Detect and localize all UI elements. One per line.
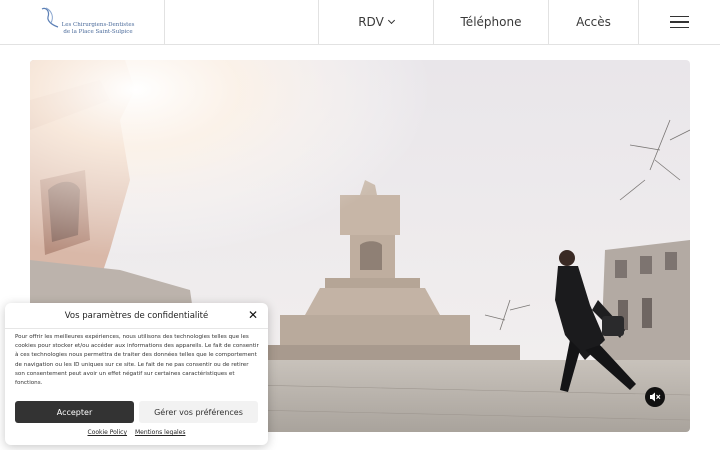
cookie-policy-link[interactable]: Cookie Policy — [88, 429, 128, 436]
hamburger-icon — [670, 15, 689, 29]
nav-acces[interactable]: Accès — [548, 0, 638, 44]
site-logo[interactable]: Les Chirurgiens-Dentistes de la Place Sa… — [38, 5, 138, 39]
cookie-divider — [5, 328, 268, 329]
nav-acces-label: Accès — [576, 15, 611, 29]
cookie-dialog-title: Vos paramètres de confidentialité — [64, 311, 209, 321]
accept-button[interactable]: Accepter — [15, 401, 134, 423]
nav-telephone-label: Téléphone — [460, 15, 522, 29]
mute-button[interactable] — [645, 387, 665, 407]
nav-rdv[interactable]: RDV — [318, 0, 433, 44]
menu-button[interactable] — [638, 0, 720, 44]
site-header: Les Chirurgiens-Dentistes de la Place Sa… — [0, 0, 720, 45]
cookie-description: Pour offrir les meilleures expériences, … — [15, 334, 259, 387]
logo-line-2: de la Place Saint-Sulpice — [63, 29, 133, 35]
logo-text: Les Chirurgiens-Dentistes de la Place Sa… — [60, 22, 136, 36]
cookie-links: Cookie Policy Mentions legales — [5, 429, 268, 436]
header-spacer — [164, 0, 318, 44]
close-icon[interactable]: ✕ — [248, 309, 258, 321]
speaker-muted-icon — [650, 392, 661, 402]
manage-preferences-button[interactable]: Gérer vos préférences — [139, 401, 258, 423]
nav-rdv-label: RDV — [358, 15, 384, 29]
logo-line-1: Les Chirurgiens-Dentistes — [61, 22, 135, 28]
cookie-consent-dialog: Vos paramètres de confidentialité ✕ Pour… — [5, 303, 268, 445]
chevron-down-icon — [387, 16, 395, 24]
legal-notice-link[interactable]: Mentions legales — [135, 429, 186, 436]
nav-telephone[interactable]: Téléphone — [433, 0, 548, 44]
